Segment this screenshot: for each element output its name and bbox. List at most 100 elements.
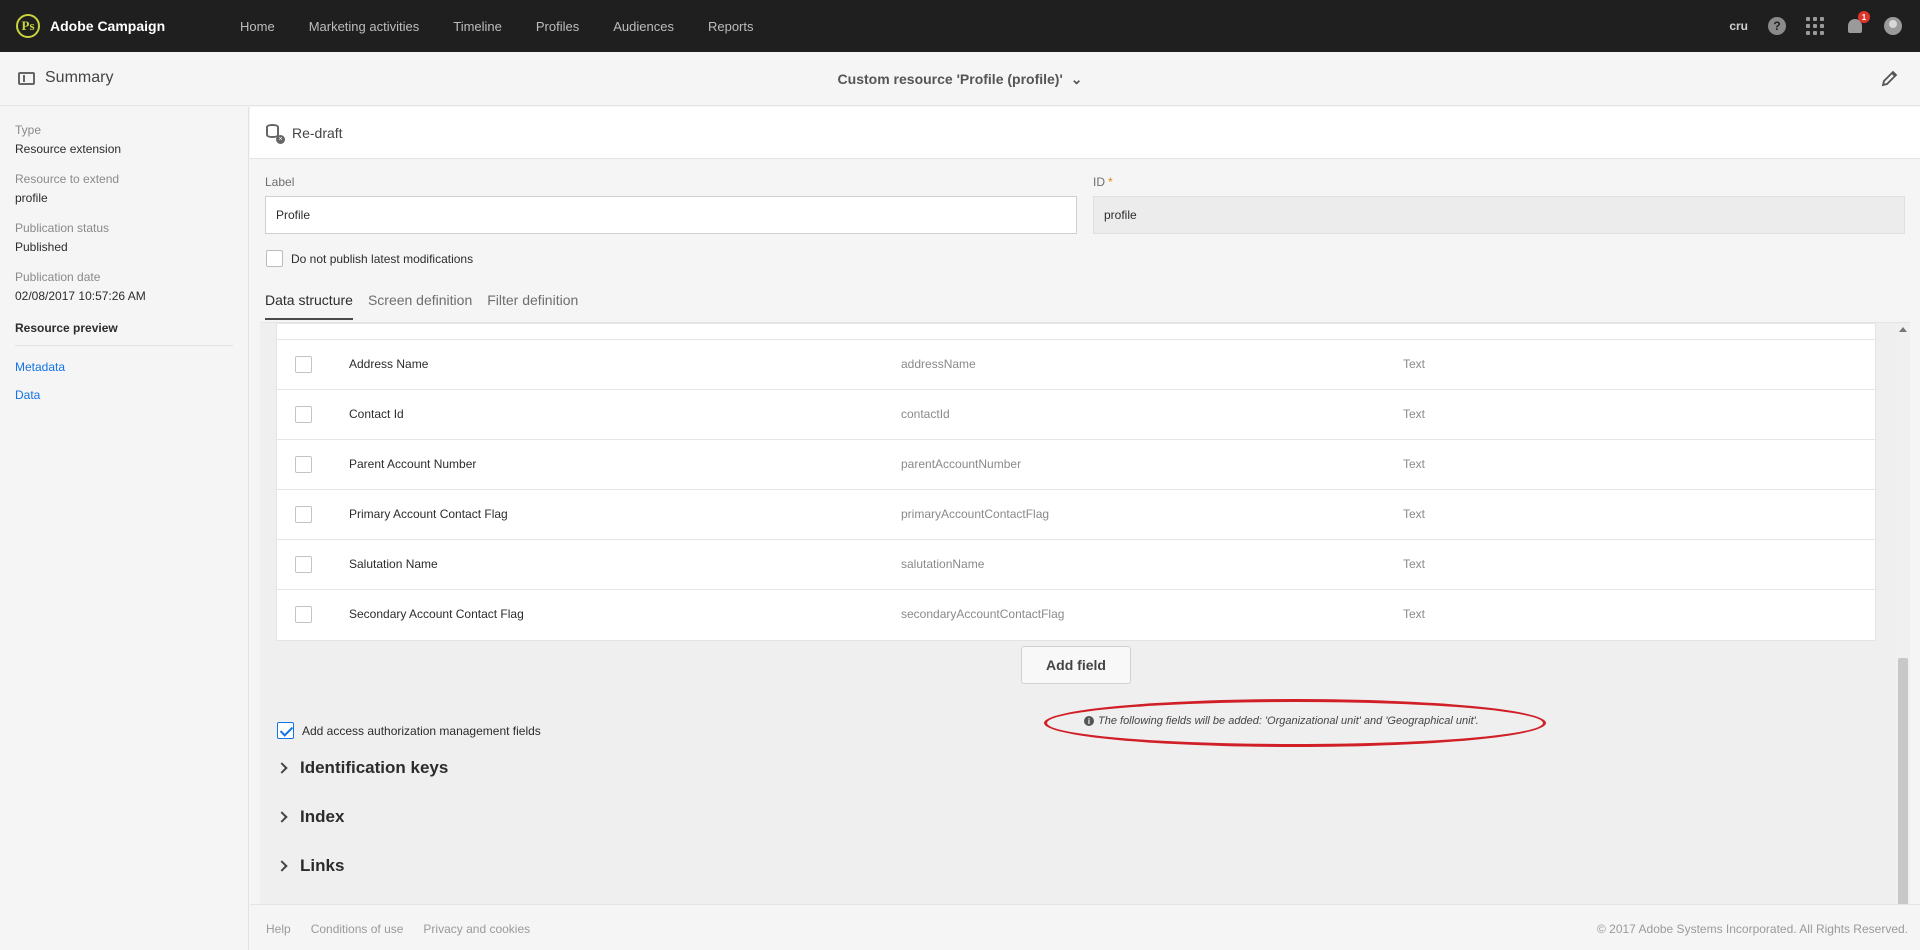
nav-timeline[interactable]: Timeline — [453, 19, 502, 34]
page-header: Summary Custom resource 'Profile (profil… — [0, 52, 1920, 106]
table-row[interactable]: Address Name addressName Text — [277, 340, 1875, 390]
section-title: Index — [300, 807, 345, 826]
access-authorization-label: Add access authorization management fiel… — [302, 724, 541, 738]
table-row[interactable]: Contact Id contactId Text — [277, 390, 1875, 440]
tab-filter-definition[interactable]: Filter definition — [487, 292, 578, 320]
table-row — [277, 324, 1875, 340]
required-asterisk: * — [1108, 175, 1113, 189]
adobe-campaign-logo-icon: Ps — [16, 14, 40, 38]
top-right-controls: cru ? 1 — [1729, 0, 1902, 52]
do-not-publish-checkbox[interactable] — [266, 250, 283, 267]
field-label: Salutation Name — [349, 557, 438, 571]
info-message-text: The following fields will be added: 'Org… — [1098, 715, 1479, 727]
field-type: Text — [1403, 507, 1426, 521]
publication-date-label: Publication date — [15, 270, 101, 284]
user-avatar-icon[interactable] — [1884, 17, 1902, 35]
resource-to-extend-value: profile — [15, 191, 48, 205]
field-label: Primary Account Contact Flag — [349, 507, 508, 521]
scroll-up-icon[interactable] — [1899, 327, 1907, 332]
table-row[interactable]: Salutation Name salutationName Text — [277, 540, 1875, 590]
edit-pencil-icon[interactable] — [1880, 68, 1900, 88]
field-id: secondaryAccountContactFlag — [901, 607, 1065, 621]
type-label: Type — [15, 123, 42, 137]
footer-links: Help Conditions of use Privacy and cooki… — [266, 922, 550, 936]
section-title: Identification keys — [300, 758, 449, 777]
redraft-button[interactable]: Re-draft — [292, 125, 343, 141]
row-checkbox[interactable] — [295, 506, 312, 523]
top-bar: Ps Adobe Campaign Home Marketing activit… — [0, 0, 1920, 52]
nav-reports[interactable]: Reports — [708, 19, 754, 34]
data-structure-panel: Address Name addressName Text Contact Id… — [260, 322, 1910, 950]
page-footer: Help Conditions of use Privacy and cooki… — [250, 904, 1920, 950]
tab-data-structure[interactable]: Data structure — [265, 292, 353, 320]
resource-tabs: Data structure Screen definition Filter … — [265, 292, 593, 320]
table-row[interactable]: Primary Account Contact Flag primaryAcco… — [277, 490, 1875, 540]
chevron-right-icon — [276, 762, 288, 774]
tab-screen-definition[interactable]: Screen definition — [368, 292, 472, 320]
field-id: salutationName — [901, 557, 985, 571]
chevron-down-icon: ⌄ — [1070, 71, 1083, 87]
chevron-right-icon — [276, 860, 288, 872]
field-label: Parent Account Number — [349, 457, 477, 471]
publication-status-label: Publication status — [15, 221, 110, 235]
app-logo[interactable]: Ps Adobe Campaign — [16, 14, 216, 38]
row-checkbox[interactable] — [295, 556, 312, 573]
row-checkbox[interactable] — [295, 356, 312, 373]
field-type: Text — [1403, 457, 1426, 471]
label-input[interactable]: Profile — [265, 196, 1077, 234]
publication-status-value: Published — [15, 240, 68, 254]
section-links[interactable]: Links — [276, 856, 345, 876]
field-id: parentAccountNumber — [901, 457, 1022, 471]
field-id: addressName — [901, 357, 976, 371]
resource-title-text: Custom resource 'Profile (profile)' — [837, 71, 1063, 87]
redraft-database-icon[interactable]: × — [266, 123, 285, 144]
info-message: i The following fields will be added: 'O… — [1084, 715, 1479, 727]
notifications-icon[interactable]: 1 — [1846, 11, 1870, 35]
section-index[interactable]: Index — [276, 807, 345, 827]
main-content: × Re-draft Label Profile ID * profile Do … — [250, 107, 1920, 950]
apps-grid-icon[interactable] — [1806, 17, 1824, 35]
table-row[interactable]: Secondary Account Contact Flag secondary… — [277, 590, 1875, 640]
copyright-text: © 2017 Adobe Systems Incorporated. All R… — [1596, 922, 1908, 936]
nav-marketing-activities[interactable]: Marketing activities — [309, 19, 420, 34]
id-field-label: ID * — [1093, 175, 1113, 189]
do-not-publish-label: Do not publish latest modifications — [291, 252, 474, 266]
id-input: profile — [1093, 196, 1905, 234]
resource-title[interactable]: Custom resource 'Profile (profile)' ⌄ — [0, 71, 1920, 88]
metadata-link[interactable]: Metadata — [15, 360, 248, 374]
field-type: Text — [1403, 557, 1426, 571]
nav-audiences[interactable]: Audiences — [613, 19, 674, 34]
nav-home[interactable]: Home — [240, 19, 275, 34]
user-code[interactable]: cru — [1729, 19, 1748, 33]
add-field-button[interactable]: Add field — [1021, 646, 1131, 684]
field-label: Secondary Account Contact Flag — [349, 607, 524, 621]
vertical-scrollbar[interactable] — [1896, 323, 1910, 950]
field-type: Text — [1403, 607, 1426, 621]
access-authorization-checkbox[interactable] — [277, 722, 294, 739]
field-id: contactId — [901, 407, 950, 421]
label-field-label: Label — [265, 175, 295, 189]
nav-profiles[interactable]: Profiles — [536, 19, 579, 34]
row-checkbox[interactable] — [295, 406, 312, 423]
field-type: Text — [1403, 357, 1426, 371]
table-row[interactable]: Parent Account Number parentAccountNumbe… — [277, 440, 1875, 490]
row-checkbox[interactable] — [295, 456, 312, 473]
type-value: Resource extension — [15, 142, 122, 156]
info-icon: i — [1084, 716, 1094, 726]
publication-date-value: 02/08/2017 10:57:26 AM — [15, 289, 146, 303]
field-label: Contact Id — [349, 407, 404, 421]
resource-preview-heading: Resource preview — [15, 321, 233, 346]
resource-to-extend-label: Resource to extend — [15, 172, 120, 186]
footer-help-link[interactable]: Help — [266, 922, 291, 936]
field-label: Address Name — [349, 357, 429, 371]
data-link[interactable]: Data — [15, 388, 248, 402]
section-identification-keys[interactable]: Identification keys — [276, 758, 449, 778]
fields-table: Address Name addressName Text Contact Id… — [276, 323, 1876, 641]
footer-conditions-link[interactable]: Conditions of use — [311, 922, 404, 936]
footer-privacy-link[interactable]: Privacy and cookies — [423, 922, 530, 936]
help-icon[interactable]: ? — [1768, 17, 1786, 35]
field-type: Text — [1403, 407, 1426, 421]
main-nav: Home Marketing activities Timeline Profi… — [240, 19, 788, 34]
section-title: Links — [300, 856, 345, 875]
row-checkbox[interactable] — [295, 606, 312, 623]
